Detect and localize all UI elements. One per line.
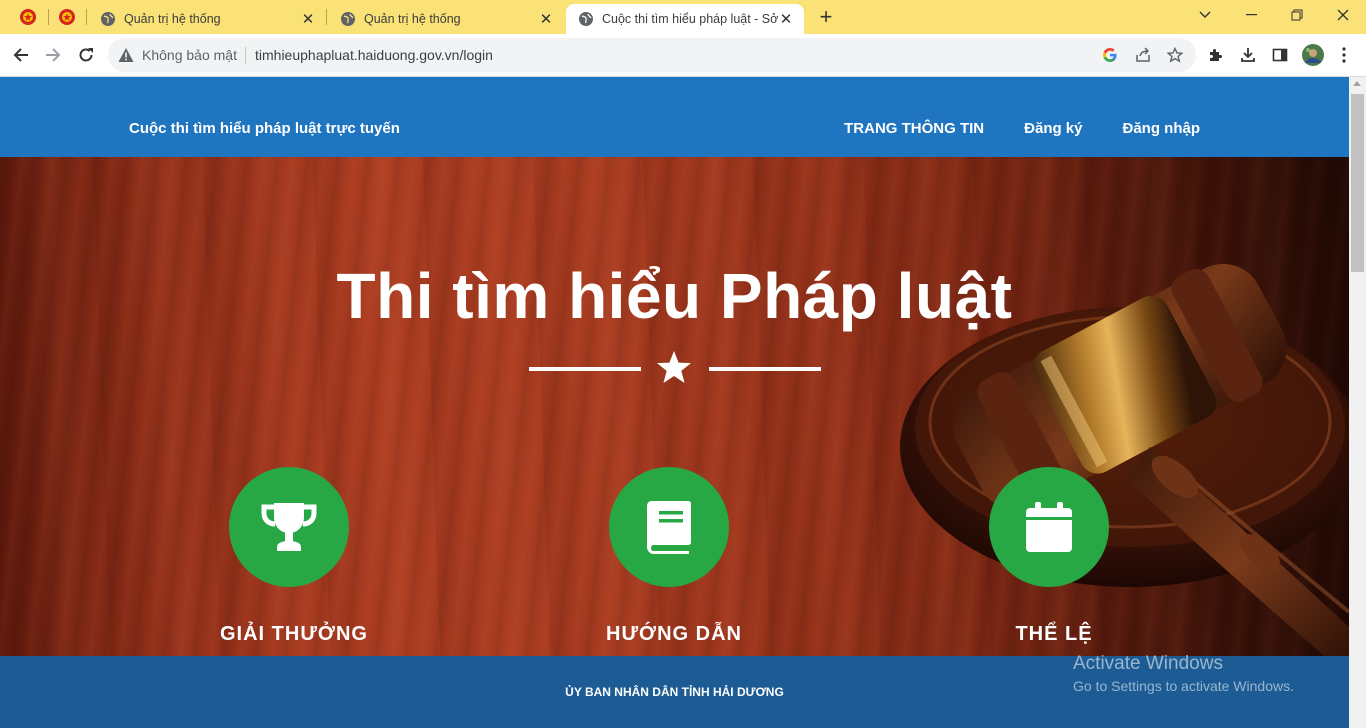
emblem-icon: [59, 9, 75, 25]
minimize-icon: [1245, 14, 1257, 16]
warning-icon[interactable]: [118, 47, 134, 63]
globe-icon: [579, 12, 593, 26]
site-navbar: Cuộc thi tìm hiểu pháp luật trực tuyến T…: [0, 77, 1349, 157]
browser-tab-1[interactable]: Quản trị hệ thống ✕: [88, 4, 326, 34]
close-window-button[interactable]: [1320, 0, 1366, 30]
downloads-button[interactable]: [1238, 45, 1258, 65]
more-vertical-icon: [1342, 47, 1346, 63]
puzzle-icon: [1210, 49, 1222, 61]
reload-button[interactable]: [71, 40, 101, 70]
rules-button[interactable]: [989, 467, 1109, 587]
browser-tab-strip: Quản trị hệ thống ✕ Quản trị hệ thống ✕ …: [0, 0, 1366, 34]
activate-subtitle: Go to Settings to activate Windows.: [1073, 678, 1294, 694]
tab-search-button[interactable]: [1182, 0, 1228, 30]
download-icon: [1241, 48, 1255, 62]
hero-banner: Thi tìm hiểu Pháp luật GIẢI THƯỞNG HƯỚNG…: [0, 157, 1349, 656]
side-panel-button[interactable]: [1270, 45, 1290, 65]
google-translate-button[interactable]: [1101, 46, 1119, 64]
minimize-button[interactable]: [1228, 0, 1274, 30]
browser-menu-button[interactable]: [1334, 45, 1354, 65]
restore-icon: [1291, 9, 1303, 21]
guide-label[interactable]: HƯỚNG DẪN: [524, 623, 824, 646]
arrow-left-icon: [13, 48, 28, 62]
calendar-icon: [1026, 502, 1072, 552]
tab-title: Quản trị hệ thống: [364, 12, 461, 26]
activate-title: Activate Windows: [1073, 653, 1223, 674]
globe-icon: [101, 12, 115, 26]
security-status[interactable]: Không bảo mật: [142, 47, 237, 63]
restore-button[interactable]: [1274, 0, 1320, 30]
close-tab-icon[interactable]: ✕: [538, 11, 554, 28]
avatar-icon: [1302, 44, 1324, 66]
trophy-icon: [261, 503, 317, 551]
star-outline-icon: [1167, 47, 1183, 63]
chevron-down-icon: [1199, 11, 1211, 18]
url-text[interactable]: timhieuphapluat.haiduong.gov.vn/login: [255, 47, 493, 63]
close-icon: [1337, 9, 1349, 21]
nav-register-link[interactable]: Đăng ký: [1024, 120, 1082, 137]
extensions-button[interactable]: [1206, 45, 1226, 65]
site-brand[interactable]: Cuộc thi tìm hiểu pháp luật trực tuyến: [129, 120, 400, 137]
emblem-icon: [20, 9, 36, 25]
star-icon: [657, 351, 691, 383]
nav-info-link[interactable]: TRANG THÔNG TIN: [844, 120, 984, 137]
scrollbar-thumb[interactable]: [1351, 94, 1364, 272]
close-tab-icon[interactable]: ✕: [778, 11, 794, 28]
profile-avatar[interactable]: [1302, 44, 1324, 66]
browser-toolbar: Không bảo mật timhieuphapluat.haiduong.g…: [0, 34, 1366, 77]
browser-tab-active[interactable]: Cuộc thi tìm hiểu pháp luật - Sở t ✕: [566, 4, 804, 34]
close-tab-icon[interactable]: ✕: [300, 11, 316, 28]
divider-line-right: [709, 367, 821, 371]
nav-login-link[interactable]: Đăng nhập: [1123, 120, 1201, 137]
book-icon: [647, 501, 691, 554]
address-bar[interactable]: Không bảo mật timhieuphapluat.haiduong.g…: [108, 38, 1196, 72]
pinned-tab-2[interactable]: [50, 4, 84, 30]
new-tab-button[interactable]: +: [812, 4, 840, 29]
bookmark-button[interactable]: [1166, 46, 1184, 64]
side-panel-icon: [1272, 48, 1288, 62]
globe-icon: [341, 12, 355, 26]
google-icon: [1103, 48, 1117, 62]
reload-icon: [79, 48, 93, 62]
prizes-label[interactable]: GIẢI THƯỞNG: [144, 623, 444, 646]
hero-title: Thi tìm hiểu Pháp luật: [336, 260, 1013, 332]
scroll-up-arrow-icon[interactable]: [1353, 81, 1361, 86]
tab-title: Quản trị hệ thống: [124, 12, 221, 26]
pinned-tab-1[interactable]: [11, 4, 45, 30]
arrow-right-icon: [46, 48, 61, 62]
prizes-button[interactable]: [229, 467, 349, 587]
forward-button[interactable]: [38, 40, 68, 70]
share-button[interactable]: [1134, 46, 1152, 64]
page-scrollbar[interactable]: [1349, 77, 1366, 728]
page-viewport: Cuộc thi tìm hiểu pháp luật trực tuyến T…: [0, 77, 1349, 728]
rules-label[interactable]: THỂ LỆ: [904, 623, 1204, 646]
divider-line-left: [529, 367, 641, 371]
back-button[interactable]: [6, 40, 36, 70]
browser-tab-2[interactable]: Quản trị hệ thống ✕: [328, 4, 564, 34]
share-icon: [1136, 47, 1150, 62]
tab-title: Cuộc thi tìm hiểu pháp luật - Sở t: [602, 12, 778, 26]
nav-links: TRANG THÔNG TIN Đăng ký Đăng nhập: [844, 120, 1200, 137]
guide-button[interactable]: [609, 467, 729, 587]
activate-windows-watermark: Activate Windows Go to Settings to activ…: [1073, 653, 1294, 694]
